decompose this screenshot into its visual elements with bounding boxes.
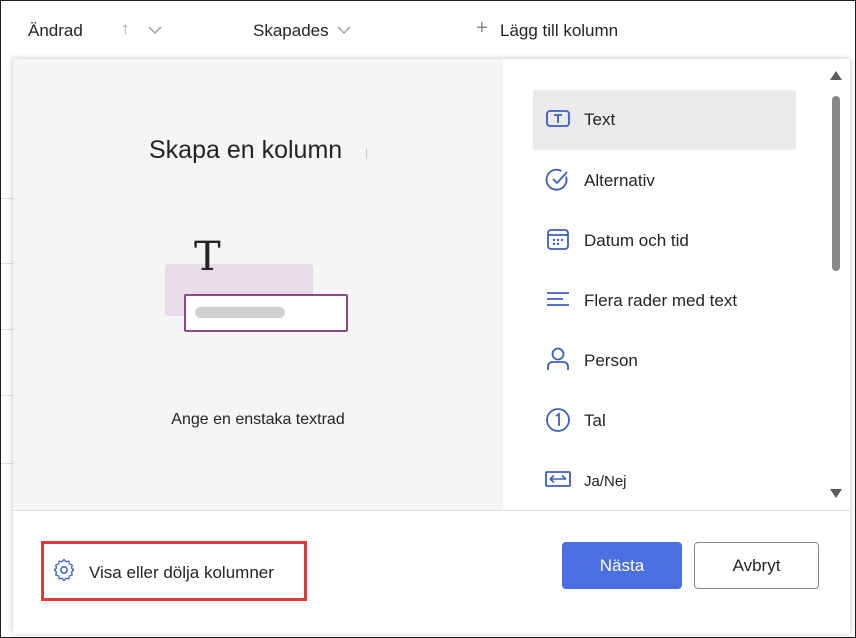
text-type-icon: T [194, 234, 221, 280]
panel-title: Skapa en kolumn [149, 136, 343, 164]
option-choice[interactable]: Alternativ [533, 151, 796, 211]
divider [1, 463, 13, 464]
yes-no-icon [545, 467, 571, 493]
option-label: Ja/Nej [584, 472, 627, 490]
illustration-textbox [184, 294, 348, 332]
text-caret [366, 149, 367, 159]
divider [1, 329, 13, 330]
scroll-up-arrow-icon[interactable] [830, 71, 842, 80]
sort-up-icon[interactable]: ↑ [121, 19, 130, 39]
text-icon [545, 106, 571, 132]
option-label: Alternativ [584, 171, 655, 190]
calendar-icon [545, 227, 571, 253]
option-yes-no[interactable]: Ja/Nej [533, 451, 796, 511]
option-label: Tal [584, 411, 606, 430]
plus-icon[interactable]: + [476, 17, 488, 40]
window-frame: Ändrad ↑ Skapades + Lägg till kolumn Ska… [0, 0, 856, 638]
list-header: Ändrad ↑ Skapades + Lägg till kolumn [1, 1, 855, 59]
option-label: Person [584, 351, 638, 370]
person-icon [545, 347, 571, 373]
highlight-box [41, 541, 307, 601]
panel-footer: Visa eller dölja kolumner Nästa Avbryt [13, 510, 850, 634]
multiline-text-icon [545, 287, 571, 313]
column-header-created[interactable]: Skapades [253, 21, 329, 41]
chevron-down-icon[interactable] [148, 22, 162, 40]
option-text[interactable]: Text [533, 90, 796, 150]
divider [1, 395, 13, 396]
option-label: Flera rader med text [584, 291, 738, 310]
divider [1, 198, 13, 199]
divider [1, 263, 13, 264]
scrollbar-thumb[interactable] [832, 96, 840, 271]
scrollbar[interactable] [826, 59, 850, 510]
next-button[interactable]: Nästa [562, 542, 682, 589]
option-date-time[interactable]: Datum och tid [533, 211, 796, 271]
option-person[interactable]: Person [533, 331, 796, 391]
scroll-down-arrow-icon[interactable] [830, 489, 842, 498]
illustration-placeholder-bar [195, 307, 285, 318]
column-header-modified[interactable]: Ändrad [28, 21, 83, 41]
number-icon [545, 407, 571, 433]
type-description: Ange en enstaka textrad [171, 411, 345, 428]
add-column-button[interactable]: Lägg till kolumn [500, 21, 618, 41]
column-type-list: Text Alternativ Datum och tid Flera rade… [503, 59, 826, 510]
option-label: Datum och tid [584, 231, 689, 250]
option-number[interactable]: Tal [533, 391, 796, 451]
preview-pane: Skapa en kolumn T Ange en enstaka textra… [13, 59, 503, 510]
choice-check-icon [545, 167, 571, 193]
chevron-down-icon[interactable] [337, 22, 351, 40]
cancel-button[interactable]: Avbryt [694, 542, 819, 589]
option-label: Text [584, 110, 616, 129]
create-column-panel: Skapa en kolumn T Ange en enstaka textra… [13, 59, 850, 634]
option-multiline-text[interactable]: Flera rader med text [533, 271, 796, 331]
